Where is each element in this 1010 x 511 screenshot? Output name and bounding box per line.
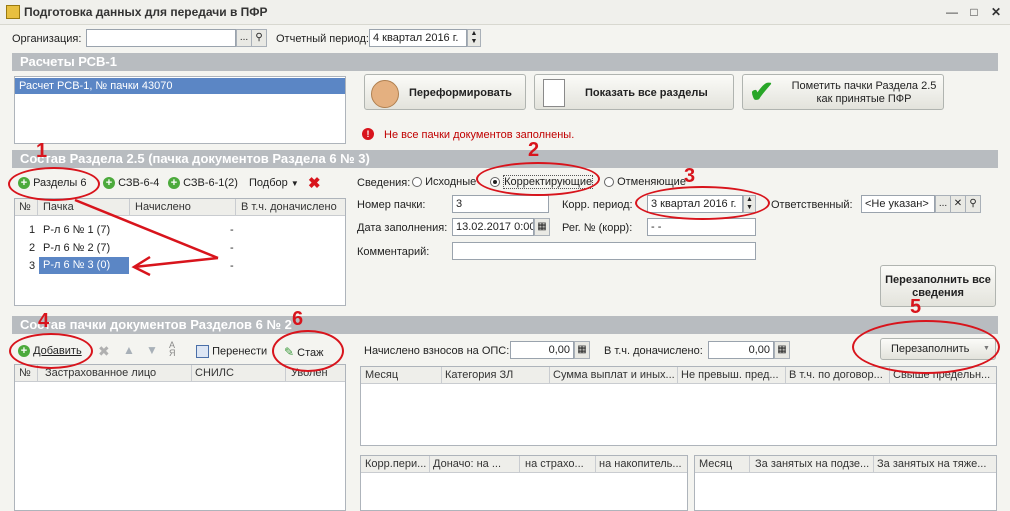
reg-field[interactable]: - - bbox=[647, 218, 756, 236]
dropdown-arrow-icon: ▼ bbox=[290, 179, 299, 188]
close-button[interactable]: ✕ bbox=[988, 4, 1004, 20]
corrections-grid[interactable]: Корр.пери... Доначо: на ... на страхо...… bbox=[360, 455, 688, 511]
reform-button[interactable]: Переформировать bbox=[364, 74, 526, 110]
comment-label: Комментарий: bbox=[357, 246, 430, 258]
annotation-number-5: 5 bbox=[910, 296, 922, 318]
annotation-circle-4 bbox=[9, 333, 93, 369]
calendar-icon[interactable]: ▦ bbox=[534, 218, 550, 236]
radio-otmenyayushchie[interactable]: Отменяющие bbox=[604, 176, 686, 188]
calculator-icon[interactable]: ▦ bbox=[574, 341, 590, 359]
move-up-icon[interactable]: ▲ bbox=[123, 343, 135, 357]
search-icon[interactable]: ⚲ bbox=[965, 195, 981, 213]
warning-text: Не все пачки документов заполнены. bbox=[384, 129, 575, 141]
comment-field[interactable] bbox=[452, 242, 756, 260]
radio-icon bbox=[412, 177, 422, 188]
donach-label: В т.ч. доначислено: bbox=[604, 345, 703, 357]
refill-all-button[interactable]: Перезаполнить все сведения bbox=[880, 265, 996, 307]
annotation-arrow bbox=[74, 198, 219, 277]
delete-icon[interactable]: ✖ bbox=[308, 174, 321, 192]
minimize-button[interactable]: — bbox=[944, 4, 960, 20]
annotation-number-2: 2 bbox=[528, 139, 540, 161]
move-down-icon[interactable]: ▼ bbox=[146, 343, 158, 357]
otv-field[interactable]: <Не указан> bbox=[861, 195, 935, 213]
transfer-icon bbox=[196, 345, 209, 358]
ops-label: Начислено взносов на ОПС: bbox=[364, 345, 510, 357]
special-conditions-grid-header: Месяц За занятых на подзе... За занятых … bbox=[695, 456, 996, 473]
date-label: Дата заполнения: bbox=[357, 222, 448, 234]
otv-label: Ответственный: bbox=[771, 199, 853, 211]
special-conditions-grid[interactable]: Месяц За занятых на подзе... За занятых … bbox=[694, 455, 997, 511]
period-spinner[interactable]: ▲ ▼ bbox=[467, 29, 481, 47]
annotation-number-6: 6 bbox=[292, 308, 304, 330]
otv-select-button[interactable]: ... bbox=[935, 195, 951, 213]
donach-field[interactable]: 0,00 bbox=[708, 341, 774, 359]
corrections-grid-header: Корр.пери... Доначо: на ... на страхо...… bbox=[361, 456, 687, 473]
annotation-number-3: 3 bbox=[684, 165, 696, 187]
calculator-icon[interactable]: ▦ bbox=[774, 341, 790, 359]
move-button[interactable]: Перенести bbox=[196, 345, 267, 358]
reg-label: Рег. № (корр): bbox=[562, 222, 633, 234]
annotation-circle-2 bbox=[476, 162, 600, 196]
period-field[interactable]: 4 квартал 2016 г. bbox=[369, 29, 467, 47]
document-icon bbox=[543, 79, 565, 107]
packs-section-header: Состав пачки документов Разделов 6 № 2 bbox=[12, 316, 998, 334]
radio-ishodnye[interactable]: Исходные bbox=[412, 176, 476, 188]
sort-icon[interactable]: AЯ bbox=[169, 341, 176, 358]
warning-icon: ! bbox=[362, 128, 374, 140]
delete-icon[interactable]: ✖ bbox=[98, 343, 110, 360]
period-label: Отчетный период: bbox=[276, 33, 369, 45]
korr-period-label: Корр. период: bbox=[562, 199, 633, 211]
nomer-field[interactable]: 3 bbox=[452, 195, 549, 213]
packs-grid[interactable]: № Застрахованное лицо СНИЛС Уволен bbox=[14, 364, 346, 511]
annotation-circle-5 bbox=[852, 320, 1000, 374]
annotation-circle-6 bbox=[272, 330, 344, 372]
mark-accepted-button[interactable]: ✔ Пометить пачки Раздела 2.5 как приняты… bbox=[742, 74, 944, 110]
svedenia-label: Сведения: bbox=[357, 177, 411, 189]
show-all-sections-button[interactable]: Показать все разделы bbox=[534, 74, 734, 110]
annotation-circle-3 bbox=[635, 186, 770, 220]
radio-icon bbox=[604, 177, 614, 188]
checkmark-icon: ✔ bbox=[749, 76, 775, 109]
annotation-number-4: 4 bbox=[38, 310, 50, 332]
ops-field[interactable]: 0,00 bbox=[510, 341, 574, 359]
date-field[interactable]: 13.02.2017 0:00 bbox=[452, 218, 534, 236]
maximize-button[interactable]: □ bbox=[966, 4, 982, 20]
months-grid[interactable]: Месяц Категория ЗЛ Сумма выплат и иных..… bbox=[360, 366, 997, 446]
user-refresh-icon bbox=[371, 80, 399, 108]
nomer-label: Номер пачки: bbox=[357, 199, 426, 211]
clear-icon[interactable]: ✕ bbox=[950, 195, 966, 213]
